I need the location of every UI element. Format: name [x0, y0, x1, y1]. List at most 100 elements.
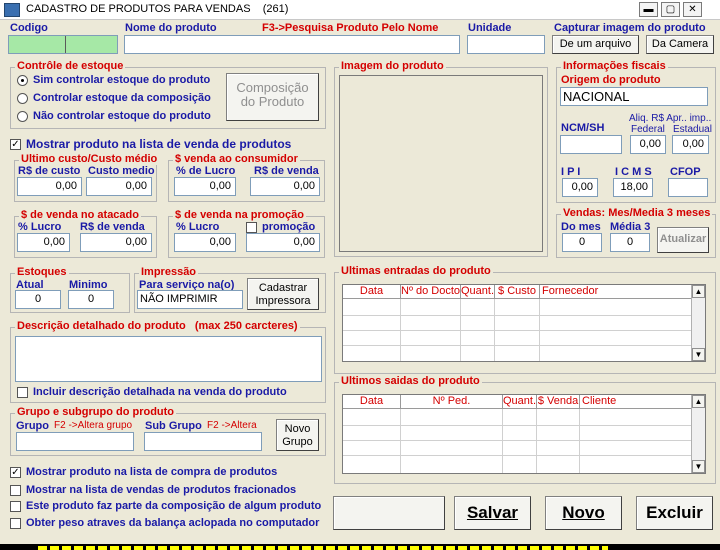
- novo-grupo-button[interactable]: Novo Grupo: [276, 419, 319, 451]
- col-quant: Quant.: [461, 285, 495, 299]
- impressora-input[interactable]: NÃO IMPRIMIR: [137, 290, 243, 309]
- saidas-scrollbar[interactable]: ▲ ▼: [691, 395, 705, 473]
- salvar-button[interactable]: Salvar: [454, 496, 531, 530]
- federal-input[interactable]: 0,00: [630, 135, 666, 154]
- consumidor-venda-input[interactable]: 0,00: [250, 177, 320, 196]
- balanca-checkbox[interactable]: [10, 518, 21, 529]
- atacado-lucro-input[interactable]: 0,00: [17, 233, 70, 252]
- do-mes-label: Do mes: [561, 221, 601, 233]
- custo-input[interactable]: 0,00: [17, 177, 82, 196]
- option-sim-label: Sim controlar estoque do produto: [33, 74, 211, 86]
- codigo-input[interactable]: [8, 35, 118, 54]
- cfop-input[interactable]: [668, 178, 708, 197]
- mostrar-compra-label: Mostrar produto na lista de compra de pr…: [26, 466, 278, 478]
- novo-button[interactable]: Novo: [545, 496, 622, 530]
- atacado-venda-input[interactable]: 0,00: [80, 233, 152, 252]
- imagem-title: Imagem do produto: [339, 60, 446, 72]
- atualizar-button[interactable]: Atualizar: [657, 227, 709, 253]
- col-venda: $ Venda: [537, 395, 580, 409]
- promocao-valor-input[interactable]: 0,00: [246, 233, 320, 252]
- do-mes-input[interactable]: 0: [562, 233, 602, 252]
- radio-nao-controlar[interactable]: [17, 111, 28, 122]
- aliq-label: Aliq. R$ Apr.. imp..: [629, 113, 712, 124]
- custo-medio-input[interactable]: 0,00: [86, 177, 152, 196]
- cadastrar-impressora-button[interactable]: Cadastrar Impressora: [247, 278, 319, 310]
- capturar-label: Capturar imagem do produto: [554, 22, 706, 34]
- media3-input[interactable]: 0: [610, 233, 650, 252]
- origem-label: Origem do produto: [561, 74, 661, 86]
- promocao-lucro-input[interactable]: 0,00: [174, 233, 236, 252]
- radio-controlar-composicao[interactable]: [17, 93, 28, 104]
- descricao-title: Descrição detalhado do produto (max 250 …: [15, 320, 300, 332]
- composicao-button[interactable]: Composição do Produto: [226, 73, 319, 121]
- radio-sim-controlar[interactable]: [17, 75, 28, 86]
- incluir-descricao-label: Incluir descrição detalhada na venda do …: [33, 386, 287, 398]
- cfop-label: CFOP: [670, 166, 701, 178]
- de-um-arquivo-button[interactable]: De um arquivo: [552, 35, 639, 54]
- estoque-minimo-input[interactable]: 0: [68, 290, 114, 309]
- consumidor-lucro-input[interactable]: 0,00: [174, 177, 236, 196]
- ultimo-custo-title: Ultimo custo/Custo médio: [19, 153, 160, 165]
- col-data: Data: [343, 395, 401, 409]
- window-title: CADASTRO DE PRODUTOS PARA VENDAS (261): [26, 3, 289, 15]
- venda-promocao-title: $ de venda na promoção: [173, 209, 306, 221]
- impressao-title: Impressão: [139, 266, 199, 278]
- fracionados-label: Mostrar na lista de vendas de produtos f…: [26, 484, 297, 496]
- atacado-col1-label: % Lucro: [18, 221, 62, 233]
- blank-button[interactable]: [333, 496, 445, 530]
- subgrupo-input[interactable]: [144, 432, 262, 451]
- grupo-input[interactable]: [16, 432, 134, 451]
- scroll-up-icon[interactable]: ▲: [692, 285, 705, 298]
- scroll-down-icon[interactable]: ▼: [692, 348, 705, 361]
- excluir-button[interactable]: Excluir: [636, 496, 713, 530]
- close-icon[interactable]: ✕: [683, 2, 702, 17]
- col-quant: Quant.: [503, 395, 537, 409]
- unidade-input[interactable]: [467, 35, 545, 54]
- col-ped: Nº Ped.: [401, 395, 503, 409]
- federal-label: Federal: [631, 124, 665, 135]
- scroll-up-icon[interactable]: ▲: [692, 395, 705, 408]
- estoque-atual-input[interactable]: 0: [15, 290, 61, 309]
- venda-consumidor-title: $ venda ao consumidor: [173, 153, 300, 165]
- option-composicao-label: Controlar estoque da composição: [33, 92, 211, 104]
- entradas-title: Ultimas entradas do produto: [339, 265, 493, 277]
- estoque-control-title: Contrôle de estoque: [15, 60, 126, 72]
- atacado-col2-label: R$ de venda: [80, 221, 145, 233]
- col-fornecedor: Fornecedor: [542, 285, 599, 297]
- promocao-checkbox[interactable]: [246, 222, 257, 233]
- mostrar-lista-checkbox[interactable]: ✓: [10, 139, 21, 150]
- saidas-table[interactable]: Data Nº Ped. Quant. $ Venda Cliente ▲ ▼: [342, 394, 706, 474]
- mostrar-compra-checkbox[interactable]: ✓: [10, 467, 21, 478]
- da-camera-button[interactable]: Da Camera: [646, 35, 714, 54]
- descricao-textarea[interactable]: [15, 336, 322, 382]
- nome-input[interactable]: [124, 35, 460, 54]
- imagem-preview[interactable]: [339, 75, 543, 252]
- ncm-label: NCM/SH: [561, 122, 605, 134]
- entradas-table[interactable]: Data Nº do Docto Quant. $ Custo Forneced…: [342, 284, 706, 362]
- custo-col1-label: R$ de custo: [18, 165, 81, 177]
- estoques-title: Estoques: [15, 266, 69, 278]
- composicao-label: Este produto faz parte da composição de …: [26, 500, 322, 512]
- origem-input[interactable]: NACIONAL: [560, 87, 708, 106]
- unidade-label: Unidade: [468, 22, 512, 34]
- consumidor-col1-label: % de Lucro: [176, 165, 236, 177]
- maximize-icon[interactable]: ▢: [661, 2, 680, 17]
- entradas-scrollbar[interactable]: ▲ ▼: [691, 285, 705, 361]
- entradas-header: Data Nº do Docto Quant. $ Custo Forneced…: [343, 285, 692, 299]
- fiscais-title: Informações fiscais: [561, 60, 668, 72]
- composicao-checkbox[interactable]: [10, 501, 21, 512]
- ipi-label: I P I: [561, 166, 581, 178]
- minimize-icon[interactable]: ▬: [639, 2, 658, 17]
- scroll-down-icon[interactable]: ▼: [692, 460, 705, 473]
- fracionados-checkbox[interactable]: [10, 485, 21, 496]
- venda-atacado-title: $ de venda no atacado: [19, 209, 141, 221]
- balanca-label: Obter peso atraves da balança aclopada n…: [26, 517, 320, 529]
- incluir-descricao-checkbox[interactable]: [17, 387, 28, 398]
- ipi-input[interactable]: 0,00: [562, 178, 598, 197]
- option-nao-label: Não controlar estoque do produto: [33, 110, 211, 122]
- estadual-input[interactable]: 0,00: [672, 135, 709, 154]
- ncm-input[interactable]: [560, 135, 622, 154]
- promocao-col1-label: % Lucro: [176, 221, 220, 233]
- icms-input[interactable]: 18,00: [613, 178, 653, 197]
- app-icon: [4, 3, 20, 17]
